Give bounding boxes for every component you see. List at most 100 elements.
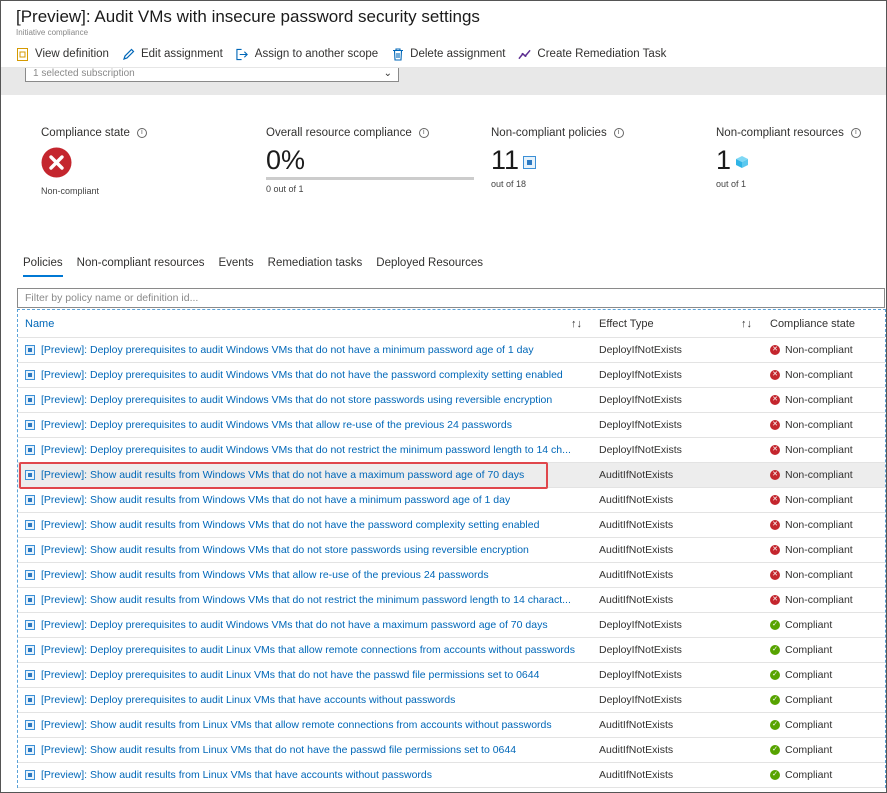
table-row[interactable]: [Preview]: Deploy prerequisites to audit… [18, 663, 885, 688]
table-row[interactable]: [Preview]: Deploy prerequisites to audit… [18, 388, 885, 413]
subscription-dropdown[interactable]: 1 selected subscription ⌄ [25, 68, 399, 82]
policy-name-link[interactable]: [Preview]: Show audit results from Linux… [41, 719, 552, 731]
noncompliant-x-icon: ✕ [770, 370, 780, 380]
compliance-state-cell: Non-compliant [785, 544, 853, 556]
policy-name-link[interactable]: [Preview]: Show audit results from Windo… [41, 544, 529, 556]
compliance-state-cell: Compliant [785, 744, 833, 756]
assign-scope-button[interactable]: Assign to another scope [236, 48, 378, 61]
table-row[interactable]: [Preview]: Show audit results from Linux… [18, 763, 885, 788]
policy-name-link[interactable]: [Preview]: Show audit results from Windo… [41, 594, 571, 606]
table-row[interactable]: [Preview]: Deploy prerequisites to audit… [18, 613, 885, 638]
table-row[interactable]: [Preview]: Show audit results from Windo… [18, 538, 885, 563]
policy-icon [25, 695, 35, 705]
tab-events[interactable]: Events [218, 257, 253, 277]
policy-name-link[interactable]: [Preview]: Deploy prerequisites to audit… [41, 419, 512, 431]
table-row[interactable]: [Preview]: Show audit results from Linux… [18, 738, 885, 763]
policy-name-link[interactable]: [Preview]: Deploy prerequisites to audit… [41, 444, 571, 456]
policy-name-link[interactable]: [Preview]: Show audit results from Windo… [41, 569, 489, 581]
noncompliant-x-icon: ✕ [770, 545, 780, 555]
highlight-box [19, 462, 548, 489]
tab-noncompliant-resources[interactable]: Non-compliant resources [77, 257, 205, 277]
table-row[interactable]: [Preview]: Deploy prerequisites to audit… [18, 688, 885, 713]
policy-name-link[interactable]: [Preview]: Deploy prerequisites to audit… [41, 344, 534, 356]
document-icon [16, 47, 29, 61]
sort-icon[interactable]: ↑↓ [741, 318, 752, 330]
column-header-state[interactable]: Compliance state [770, 318, 855, 330]
edit-assignment-button[interactable]: Edit assignment [122, 48, 223, 61]
effect-type-cell: AuditIfNotExists [599, 494, 674, 506]
policy-icon [25, 645, 35, 655]
policy-name-link[interactable]: [Preview]: Show audit results from Windo… [41, 519, 539, 531]
overall-compliance-value: 0% [266, 145, 306, 175]
column-header-effect[interactable]: Effect Type [599, 318, 654, 330]
policy-icon [25, 520, 35, 530]
policy-name-link[interactable]: [Preview]: Deploy prerequisites to audit… [41, 644, 575, 656]
effect-type-cell: AuditIfNotExists [599, 544, 674, 556]
policy-name-link[interactable]: [Preview]: Deploy prerequisites to audit… [41, 369, 563, 381]
policy-name-link[interactable]: [Preview]: Show audit results from Windo… [41, 494, 510, 506]
table-row[interactable]: [Preview]: Show audit results from Linux… [18, 713, 885, 738]
policy-icon [25, 445, 35, 455]
noncompliant-x-icon: ✕ [770, 520, 780, 530]
info-icon[interactable]: i [613, 128, 624, 138]
policy-name-link[interactable]: [Preview]: Show audit results from Linux… [41, 769, 432, 781]
policy-name-link[interactable]: [Preview]: Deploy prerequisites to audit… [41, 394, 552, 406]
subscription-value: 1 selected subscription [33, 68, 135, 79]
compliant-check-icon: ✓ [770, 770, 780, 780]
compliance-state-cell: Non-compliant [785, 394, 853, 406]
view-definition-label: View definition [35, 48, 109, 60]
delete-assignment-button[interactable]: Delete assignment [391, 47, 505, 61]
command-bar: View definition Edit assignment Assign t… [1, 41, 886, 68]
page-title: [Preview]: Audit VMs with insecure passw… [16, 7, 480, 26]
compliance-state-cell: Compliant [785, 769, 833, 781]
table-row[interactable]: [Preview]: Deploy prerequisites to audit… [18, 638, 885, 663]
table-row[interactable]: [Preview]: Show audit results from Windo… [18, 513, 885, 538]
policy-name-link[interactable]: [Preview]: Deploy prerequisites to audit… [41, 669, 539, 681]
effect-type-cell: DeployIfNotExists [599, 369, 682, 381]
compliance-state-cell: Non-compliant [785, 369, 853, 381]
view-definition-button[interactable]: View definition [16, 47, 109, 61]
policy-icon [25, 395, 35, 405]
tab-deployed-resources[interactable]: Deployed Resources [376, 257, 483, 277]
noncompliant-x-icon: ✕ [770, 345, 780, 355]
compliance-state-label: Compliance state [41, 127, 130, 139]
info-icon[interactable]: i [850, 128, 861, 138]
compliance-state-cell: Non-compliant [785, 344, 853, 356]
column-header-name[interactable]: Name [25, 318, 54, 330]
compliant-check-icon: ✓ [770, 695, 780, 705]
assign-scope-label: Assign to another scope [254, 48, 379, 60]
compliance-state-cell: Compliant [785, 644, 833, 656]
noncompliant-resources-sub: out of 1 [716, 179, 747, 189]
effect-type-cell: DeployIfNotExists [599, 619, 682, 631]
overall-compliance-sub: 0 out of 1 [266, 184, 304, 194]
create-remediation-button[interactable]: Create Remediation Task [518, 48, 666, 61]
noncompliant-x-icon: ✕ [770, 395, 780, 405]
noncompliant-x-icon: ✕ [770, 570, 780, 580]
table-row[interactable]: [Preview]: Deploy prerequisites to audit… [18, 413, 885, 438]
compliance-state-cell: Compliant [785, 619, 833, 631]
info-icon[interactable]: i [136, 128, 147, 138]
table-row[interactable]: [Preview]: Deploy prerequisites to audit… [18, 438, 885, 463]
effect-type-cell: AuditIfNotExists [599, 569, 674, 581]
tab-remediation-tasks[interactable]: Remediation tasks [268, 257, 363, 277]
table-row[interactable]: [Preview]: Deploy prerequisites to audit… [18, 338, 885, 363]
policy-name-link[interactable]: [Preview]: Show audit results from Linux… [41, 744, 516, 756]
policy-icon [25, 370, 35, 380]
effect-type-cell: DeployIfNotExists [599, 444, 682, 456]
table-row[interactable]: [Preview]: Show audit results from Windo… [18, 563, 885, 588]
policy-name-link[interactable]: [Preview]: Deploy prerequisites to audit… [41, 619, 548, 631]
compliant-check-icon: ✓ [770, 620, 780, 630]
policy-name-link[interactable]: [Preview]: Deploy prerequisites to audit… [41, 694, 455, 706]
compliance-state-cell: Compliant [785, 694, 833, 706]
table-row[interactable]: [Preview]: Deploy prerequisites to audit… [18, 363, 885, 388]
policy-icon [25, 770, 35, 780]
table-row[interactable]: [Preview]: Show audit results from Windo… [18, 588, 885, 613]
sort-icon[interactable]: ↑↓ [571, 318, 582, 330]
effect-type-cell: DeployIfNotExists [599, 694, 682, 706]
policy-filter-input[interactable]: Filter by policy name or definition id..… [17, 288, 885, 308]
compliance-state-metric: Compliance state i Non-compliant [41, 127, 147, 196]
tab-policies[interactable]: Policies [23, 257, 63, 277]
info-icon[interactable]: i [418, 128, 429, 138]
create-remediation-label: Create Remediation Task [537, 48, 667, 60]
table-row[interactable]: [Preview]: Show audit results from Windo… [18, 488, 885, 513]
